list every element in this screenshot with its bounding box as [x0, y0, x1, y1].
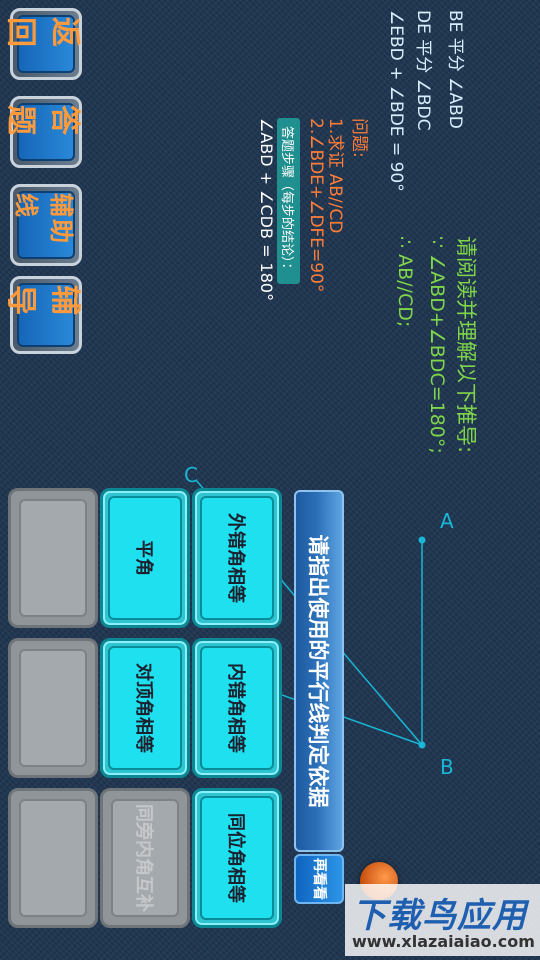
empty-tile [8, 488, 98, 628]
answer-tile-label: 同旁内角互补 [111, 799, 179, 917]
empty-tile [8, 638, 98, 778]
answer-tile-alternate-exterior[interactable]: 外错角相等 [192, 488, 282, 628]
answer-tile-label: 同位角相等 [200, 796, 274, 920]
answer-tile-label: 平角 [108, 496, 182, 620]
answer-tile-straight-angle[interactable]: 平角 [100, 488, 190, 628]
point-b [418, 741, 426, 749]
answer-tile-label: 对顶角相等 [108, 646, 182, 770]
answer-tile-vertical-angles[interactable]: 对顶角相等 [100, 638, 190, 778]
rotated-stage: 返回 答题 辅助线 辅导 BE 平分 ∠ABD DE 平分 ∠BDC ∠EBD … [0, 0, 540, 960]
answer-tile-alternate-interior[interactable]: 内错角相等 [192, 638, 282, 778]
empty-tile [8, 788, 98, 928]
label-a: A [440, 509, 454, 533]
label-c: C [184, 463, 198, 487]
label-b: B [440, 755, 454, 779]
answer-tile-corresponding[interactable]: 同位角相等 [192, 788, 282, 928]
answer-tile-label: 内错角相等 [200, 646, 274, 770]
orange-ball-icon [360, 862, 398, 900]
answer-tile-label: 外错角相等 [200, 496, 274, 620]
prompt-bar: 请指出使用的平行线判定依据 [294, 490, 344, 852]
answer-tile-co-interior-disabled: 同旁内角互补 [100, 788, 190, 928]
reread-button[interactable]: 再看看 [294, 854, 344, 904]
point-a [418, 536, 426, 544]
